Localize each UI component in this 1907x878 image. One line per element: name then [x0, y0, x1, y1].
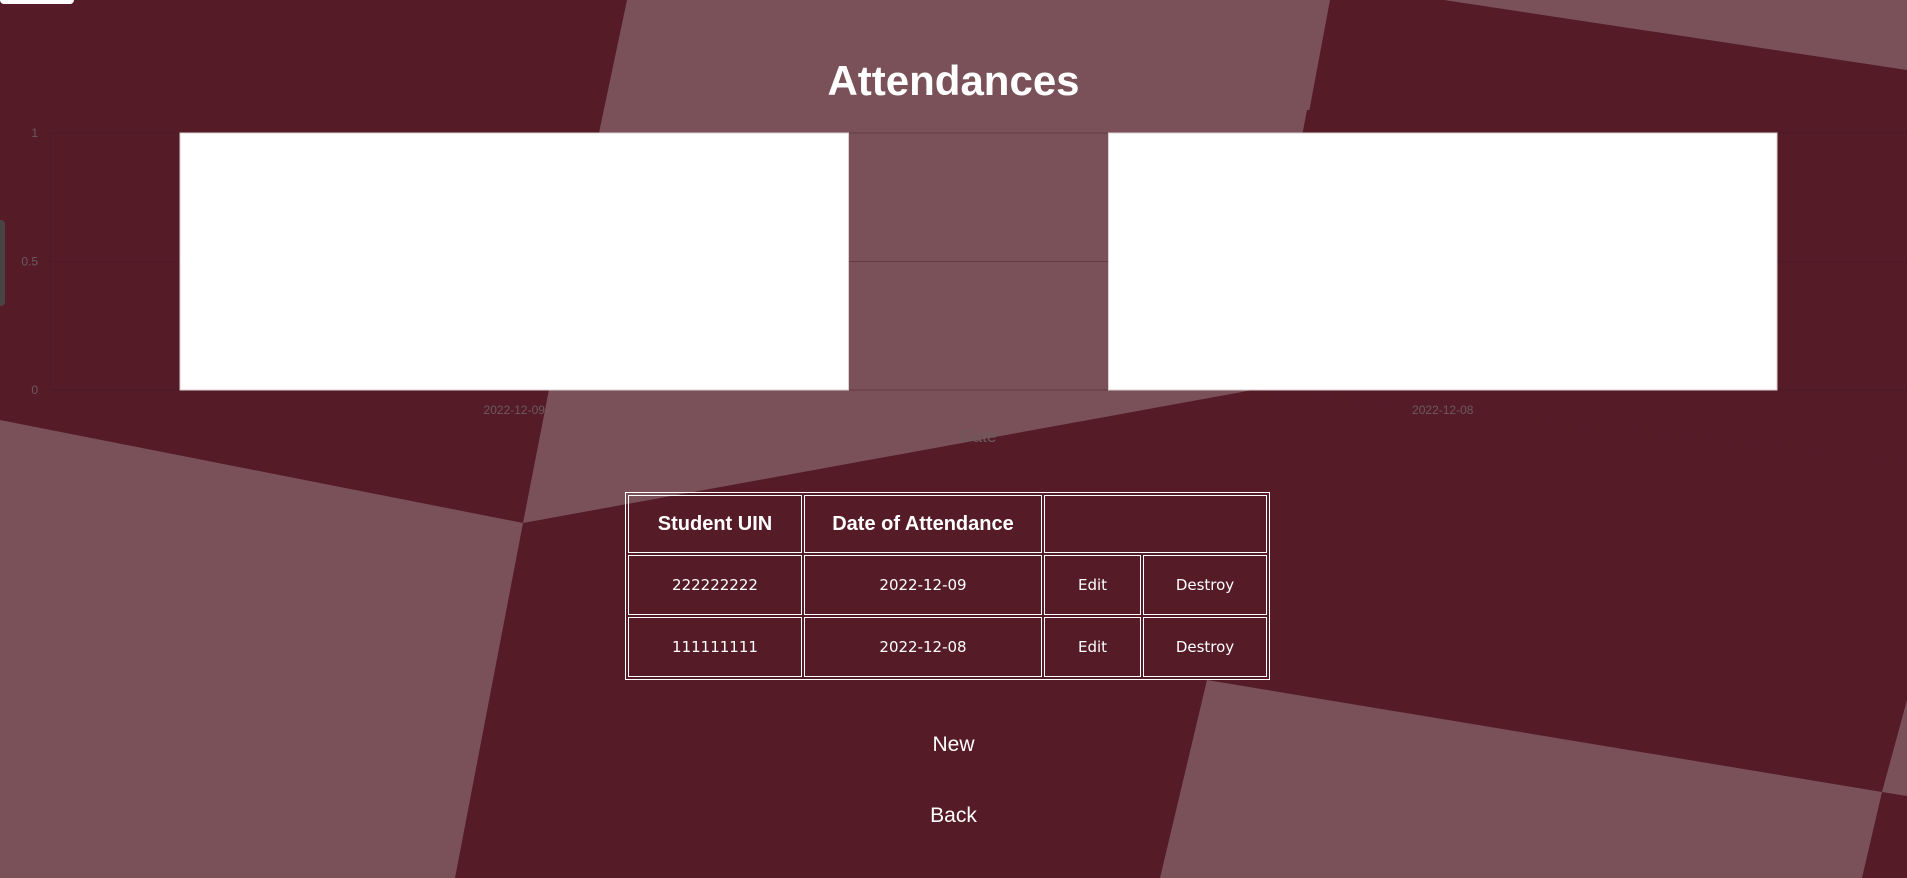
bar — [1107, 132, 1778, 391]
new-link[interactable]: New — [932, 733, 974, 756]
y-tick-label: 0 — [31, 383, 38, 397]
page-content: Attendances 0 0.5 1 2022-12-09 2022-12-08 Dat… — [0, 0, 1907, 878]
side-scroll-handle[interactable] — [0, 220, 5, 306]
edit-link[interactable]: Edit — [1078, 576, 1107, 594]
back-link[interactable]: Back — [930, 804, 977, 827]
row-student-uin: 111111111 — [628, 617, 802, 677]
x-tick-label: 2022-12-08 — [1412, 403, 1474, 417]
row-student-uin: 222222222 — [628, 555, 802, 615]
row-edit-cell: Edit — [1044, 555, 1141, 615]
table-row: 111111111 2022-12-08 Edit Destroy — [628, 617, 1267, 677]
bar — [179, 132, 850, 391]
header-date-of-attendance: Date of Attendance — [804, 495, 1042, 553]
attendance-table: Student UIN Date of Attendance 222222222… — [625, 492, 1270, 680]
row-destroy-cell: Destroy — [1143, 617, 1267, 677]
row-attendance-date: 2022-12-08 — [804, 617, 1042, 677]
row-destroy-cell: Destroy — [1143, 555, 1267, 615]
table-row: 222222222 2022-12-09 Edit Destroy — [628, 555, 1267, 615]
row-edit-cell: Edit — [1044, 617, 1141, 677]
row-attendance-date: 2022-12-09 — [804, 555, 1042, 615]
page-title: Attendances — [827, 57, 1080, 104]
edit-link[interactable]: Edit — [1078, 638, 1107, 656]
destroy-link[interactable]: Destroy — [1176, 638, 1234, 656]
y-tick-label: 1 — [31, 126, 38, 140]
header-student-uin: Student UIN — [628, 495, 802, 553]
x-axis-title: Date — [961, 427, 997, 446]
table-header-row: Student UIN Date of Attendance — [628, 495, 1267, 553]
window-corner-tab — [0, 0, 74, 4]
back-link-row: Back — [0, 804, 1907, 828]
attendance-chart: 0 0.5 1 2022-12-09 2022-12-08 Date — [21, 126, 1907, 446]
destroy-link[interactable]: Destroy — [1176, 576, 1234, 594]
y-tick-label: 0.5 — [21, 255, 38, 269]
header-actions — [1044, 495, 1267, 553]
x-tick-label: 2022-12-09 — [484, 403, 546, 417]
new-link-row: New — [0, 733, 1907, 757]
